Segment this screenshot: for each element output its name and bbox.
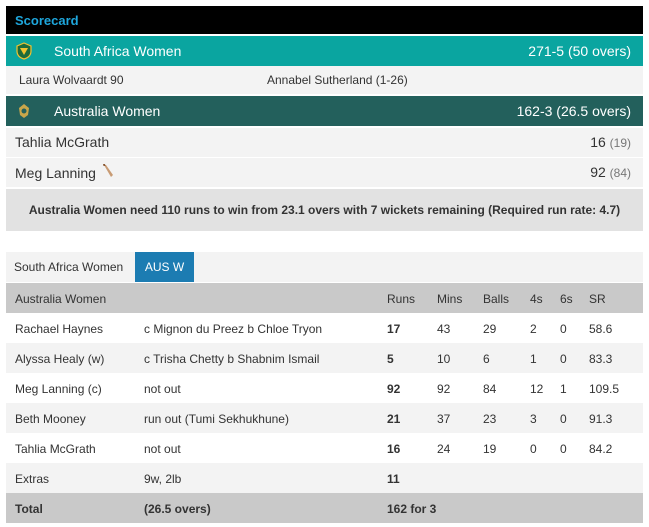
runs: 5 [387,352,394,366]
balls: 19 [483,442,497,456]
mins: 10 [437,352,451,366]
fours: 12 [530,382,544,396]
australia-flag-icon [16,102,32,120]
match-status-text: Australia Women need 110 runs to win fro… [28,203,621,217]
top-bowler: Annabel Sutherland (1-26) [267,73,408,87]
header-team: Australia Women [15,292,107,306]
dismissal: c Trisha Chetty b Shabnim Ismail [144,352,320,366]
dismissal: not out [144,442,181,456]
header-mins: Mins [437,292,463,306]
mins: 43 [437,322,451,336]
extras-runs: 11 [387,472,400,486]
fours: 1 [530,352,537,366]
current-batter-row: Tahlia McGrath 16 (19) [6,128,643,157]
sixes: 0 [560,322,567,336]
table-header-row: Australia Women Runs Mins Balls 4s 6s SR [6,283,643,313]
innings-tabs: South Africa Women AUS W [6,252,643,282]
innings-team-name: Australia Women [54,103,161,119]
match-status: Australia Women need 110 runs to win fro… [6,189,643,231]
batter-name: Meg Lanning [15,165,96,181]
innings-team-name: South Africa Women [54,43,182,59]
player-name[interactable]: Tahlia McGrath [15,442,96,456]
balls: 23 [483,412,497,426]
batter-score: 16 (19) [590,134,631,150]
strike-rate: 83.3 [589,352,613,366]
batter-balls: (19) [609,136,631,150]
batter-score: 92 (84) [590,164,631,180]
total-overs: (26.5 overs) [144,502,211,516]
header-fours: 4s [530,292,543,306]
player-name[interactable]: Alyssa Healy (w) [15,352,104,366]
sixes: 0 [560,442,567,456]
player-name[interactable]: Beth Mooney [15,412,86,426]
table-row: Beth Mooney run out (Tumi Sekhukhune) 21… [6,403,643,433]
top-performers: Laura Wolvaardt 90 Annabel Sutherland (1… [6,66,643,94]
fours: 0 [530,442,537,456]
batting-scorecard-table: Australia Women Runs Mins Balls 4s 6s SR… [6,283,643,523]
scorecard-header: Scorecard [6,6,643,34]
dismissal: not out [144,382,181,396]
innings-australia-bar[interactable]: Australia Women 162-3 (26.5 overs) [6,96,643,126]
fours: 2 [530,322,537,336]
dismissal: c Mignon du Preez b Chloe Tryon [144,322,323,336]
current-batter-row: Meg Lanning 92 (84) [6,158,643,187]
strike-rate: 84.2 [589,442,613,456]
mins: 24 [437,442,451,456]
table-row: Tahlia McGrath not out 16 24 19 0 0 84.2 [6,433,643,463]
tab-south-africa-women[interactable]: South Africa Women [6,252,134,282]
tab-aus-w[interactable]: AUS W [135,252,194,282]
header-sixes: 6s [560,292,573,306]
sixes: 1 [560,382,567,396]
total-score: 162 for 3 [387,502,437,516]
strike-rate: 58.6 [589,322,613,336]
player-name[interactable]: Meg Lanning (c) [15,382,102,396]
table-row: Rachael Haynes c Mignon du Preez b Chloe… [6,313,643,343]
runs: 17 [387,322,401,336]
extras-label: Extras [15,472,50,486]
extras-detail: 9w, 2lb [144,472,182,486]
batter-name: Tahlia McGrath [15,134,110,150]
player-name[interactable]: Rachael Haynes [15,322,103,336]
mins: 92 [437,382,451,396]
runs: 21 [387,412,401,426]
runs: 16 [387,442,401,456]
mins: 37 [437,412,451,426]
header-sr: SR [589,292,606,306]
strike-rate: 109.5 [589,382,620,396]
cricket-bat-icon [102,164,114,181]
innings-score: 271-5 (50 overs) [528,43,631,59]
top-batter: Laura Wolvaardt 90 [19,73,124,87]
extras-row: Extras 9w, 2lb 11 [6,463,643,493]
innings-south-africa-bar[interactable]: South Africa Women 271-5 (50 overs) [6,36,643,66]
south-africa-flag-icon [16,42,32,60]
header-balls: Balls [483,292,510,306]
batter-name-wrap: Meg Lanning [15,164,114,181]
balls: 84 [483,382,497,396]
total-label: Total [15,502,43,516]
table-row: Alyssa Healy (w) c Trisha Chetty b Shabn… [6,343,643,373]
runs: 92 [387,382,401,396]
strike-rate: 91.3 [589,412,613,426]
total-row: Total (26.5 overs) 162 for 3 [6,493,643,523]
innings-score: 162-3 (26.5 overs) [516,103,631,119]
scorecard-title: Scorecard [15,13,79,28]
sixes: 0 [560,352,567,366]
dismissal: run out (Tumi Sekhukhune) [144,412,289,426]
batter-balls: (84) [609,166,631,180]
batter-runs: 92 [590,164,606,180]
fours: 3 [530,412,537,426]
header-runs: Runs [387,292,416,306]
sixes: 0 [560,412,567,426]
balls: 29 [483,322,497,336]
table-row: Meg Lanning (c) not out 92 92 84 12 1 10… [6,373,643,403]
batter-runs: 16 [590,134,606,150]
balls: 6 [483,352,490,366]
